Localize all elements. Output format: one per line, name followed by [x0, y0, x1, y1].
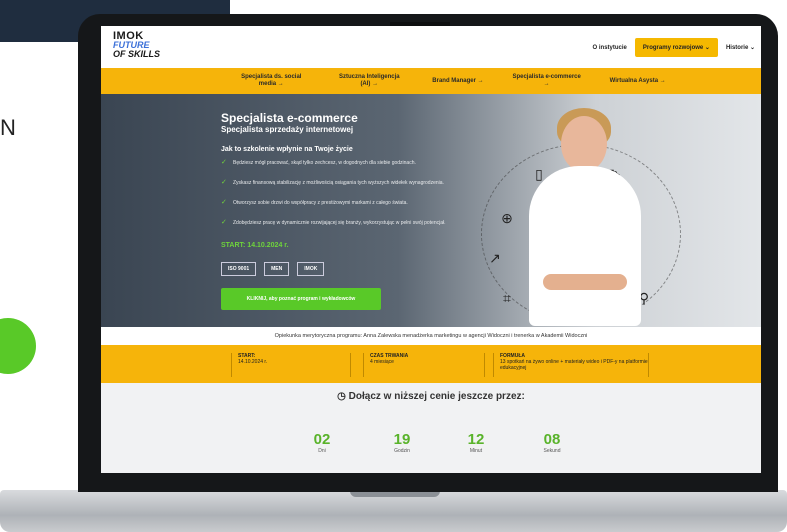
- menu-label: Sztuczna Inteligencja (AI): [338, 74, 400, 87]
- benefit-text: Otworzysz sobie drzwi do współpracy z pr…: [233, 200, 408, 206]
- nav-link-about[interactable]: O instytucie: [593, 45, 627, 51]
- info-start: START: 14.10.2024 r.: [231, 353, 351, 377]
- menu-item-virtual-assistant[interactable]: Wirtualna Asysta →: [610, 78, 666, 85]
- start-date-text: START: 14.10.2024 r.: [221, 242, 289, 249]
- backdrop-green-circle: [0, 318, 36, 374]
- nav-programs-label: Programy rozwojowe: [642, 45, 704, 51]
- arrow-right-icon: →: [372, 81, 379, 87]
- countdown-title-text: Dołącz w niższej cenie jeszcze przez:: [348, 391, 525, 402]
- arrow-right-icon: →: [277, 81, 284, 87]
- site-header: IMOK FUTURE OF SKILLS O instytucie Progr…: [101, 26, 761, 68]
- countdown-unit: Sekund: [543, 448, 561, 454]
- logo-line-3: OF SKILLS: [113, 49, 160, 59]
- menu-label: Wirtualna Asysta: [609, 77, 659, 84]
- benefit-text: Zyskasz finansową stabilizację z możliwo…: [233, 180, 444, 186]
- countdown-unit: Godzin: [394, 448, 410, 454]
- benefit-item: ✓ Otworzysz sobie drzwi do współpracy z p…: [221, 199, 451, 206]
- presenter-arms: [543, 274, 627, 290]
- hero-title: Specjalista e-commerce: [221, 111, 358, 125]
- stage: N IMOK FUTURE OF SKILLS O instytucie Pro…: [0, 0, 787, 532]
- countdown-minutes: 12 Minut: [456, 431, 496, 454]
- laptop-screen: IMOK FUTURE OF SKILLS O instytucie Progr…: [101, 26, 761, 473]
- arrow-right-icon: →: [477, 77, 484, 84]
- countdown-title: ◷ Dołącz w niższej cenie jeszcze przez:: [101, 391, 761, 402]
- benefit-item: ✓ Zyskasz finansową stabilizację z możliw…: [221, 179, 451, 186]
- arrow-right-icon: →: [659, 77, 666, 84]
- site-logo[interactable]: IMOK FUTURE OF SKILLS: [113, 31, 160, 59]
- header-nav: O instytucie Programy rozwojowe ⌄ Histor…: [593, 38, 755, 57]
- hero-subtitle: Specjalista sprzedaży internetowej: [221, 125, 354, 134]
- countdown-value: 08: [543, 431, 561, 448]
- presenter-face: [561, 116, 607, 172]
- globe-icon: ⊕: [501, 210, 513, 226]
- countdown-unit: Minut: [469, 448, 483, 454]
- check-icon: ✓: [221, 179, 227, 186]
- info-format: FORMUŁA 13 spotkań na żywo online + mate…: [493, 353, 649, 377]
- info-duration: CZAS TRWANIA 4 miesiące: [363, 353, 485, 377]
- benefit-text: Będziesz mógł pracować, skąd tylko zechc…: [233, 160, 416, 166]
- badge-imok: IMOK: [297, 262, 325, 276]
- presenter-body: [529, 166, 641, 326]
- countdown-value: 19: [393, 431, 411, 448]
- network-icon: ⌗: [503, 290, 511, 306]
- countdown-hours: 19 Godzin: [382, 431, 422, 454]
- benefit-item: ✓ Zdobędziesz pracę w dynamicznie rozwija…: [221, 219, 451, 226]
- program-info-bar: START: 14.10.2024 r. CZAS TRWANIA 4 mies…: [101, 345, 761, 383]
- menu-item-social-media[interactable]: Specjalista ds. social media →: [236, 74, 306, 88]
- chevron-down-icon: ⌄: [704, 45, 710, 51]
- menu-label: Brand Manager: [432, 77, 476, 84]
- program-caption: Opiekunka merytoryczna programu: Anna Za…: [101, 327, 761, 345]
- info-value: 13 spotkań na żywo online + materiały wi…: [500, 359, 648, 371]
- nav-stories-dropdown[interactable]: Historie ⌄: [726, 44, 755, 51]
- countdown-value: 02: [313, 431, 331, 448]
- hero-question: Jak to szkolenie wpłynie na Twoje życie: [221, 146, 353, 153]
- cta-button[interactable]: KLIKNIJ, aby poznać program i wykładowcó…: [221, 288, 381, 310]
- menu-item-ai[interactable]: Sztuczna Inteligencja (AI) →: [334, 74, 404, 88]
- info-value: 4 miesiące: [370, 359, 394, 365]
- menu-item-ecommerce[interactable]: Specjalista e-commerce →: [512, 74, 582, 88]
- hero-section: Specjalista e-commerce Specjalista sprze…: [101, 94, 761, 327]
- menu-label: Specjalista e-commerce: [512, 74, 581, 80]
- backdrop-letter: N: [0, 115, 16, 140]
- countdown-seconds: 08 Sekund: [532, 431, 572, 454]
- nav-stories-label: Historie: [725, 45, 749, 51]
- menu-label: Specjalista ds. social media: [241, 74, 302, 87]
- check-icon: ✓: [221, 219, 227, 226]
- countdown-value: 12: [467, 431, 485, 448]
- clock-icon: ◷: [337, 391, 346, 402]
- trend-up-icon: ↗: [489, 250, 501, 266]
- info-value: 14.10.2024 r.: [238, 359, 268, 365]
- chevron-down-icon: ⌄: [749, 45, 755, 51]
- badge-men: MEN: [264, 262, 290, 276]
- benefit-item: ✓ Będziesz mógł pracować, skąd tylko zech…: [221, 159, 451, 166]
- arrow-right-icon: →: [543, 81, 550, 87]
- check-icon: ✓: [221, 199, 227, 206]
- check-icon: ✓: [221, 159, 227, 166]
- nav-programs-dropdown[interactable]: Programy rozwojowe ⌄: [634, 38, 718, 57]
- countdown-unit: Dni: [318, 448, 326, 454]
- countdown-days: 02 Dni: [302, 431, 342, 454]
- badge-iso: ISO 9001: [221, 262, 257, 276]
- menu-item-brand-manager[interactable]: Brand Manager →: [432, 78, 483, 85]
- program-menu: Specjalista ds. social media → Sztuczna …: [101, 68, 761, 94]
- benefit-text: Zdobędziesz pracę w dynamicznie rozwijaj…: [233, 220, 446, 226]
- certification-badges: ISO 9001 MEN IMOK: [221, 262, 325, 276]
